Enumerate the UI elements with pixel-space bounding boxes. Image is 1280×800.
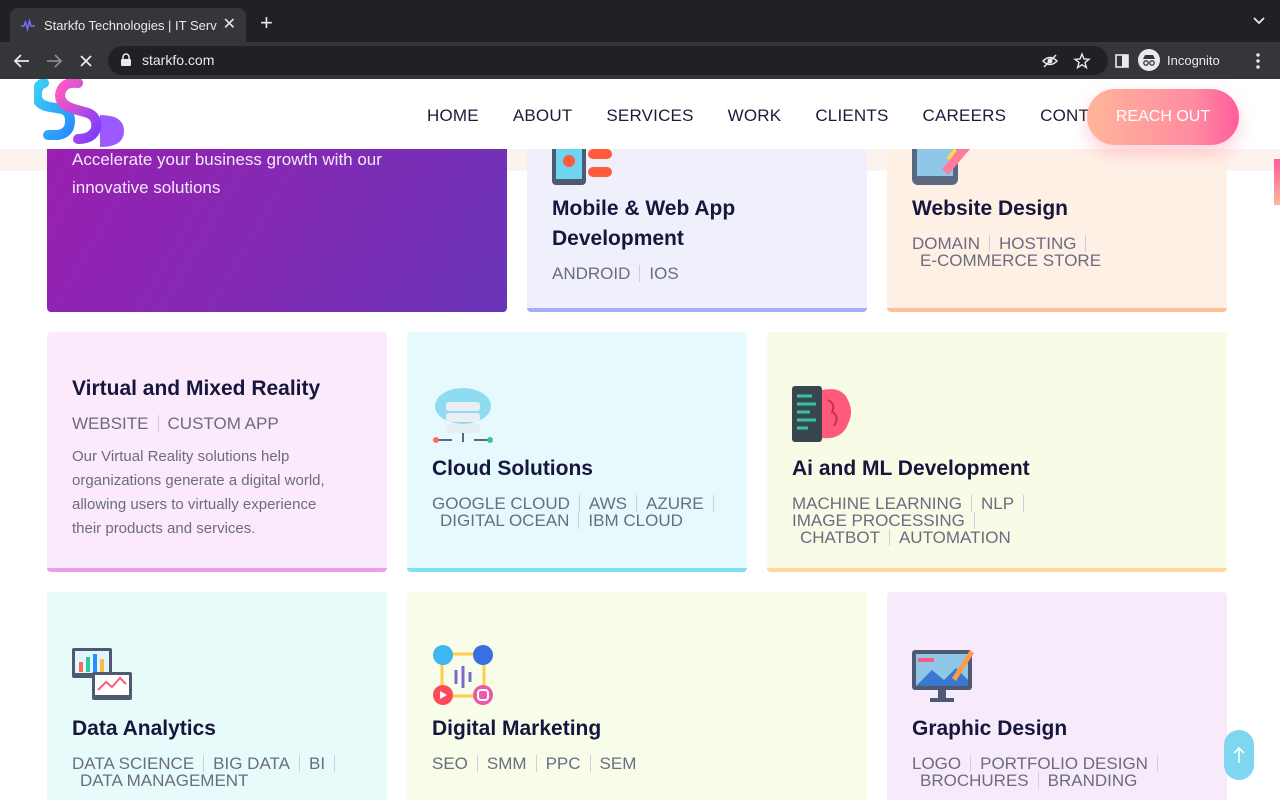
incognito-indicator[interactable]: Incognito xyxy=(1138,47,1220,73)
address-bar[interactable]: starkfo.com xyxy=(108,46,1108,75)
side-accent-bar xyxy=(1274,159,1280,205)
nav-about[interactable]: ABOUT xyxy=(513,106,573,126)
favicon-icon xyxy=(20,17,36,33)
tag: SEM xyxy=(599,754,637,773)
tag: AUTOMATION xyxy=(898,528,1011,547)
tag: SEO xyxy=(432,755,478,772)
service-description: Our Virtual Reality solutions help organ… xyxy=(72,445,372,541)
lock-icon xyxy=(120,53,132,72)
tag: WEBSITE xyxy=(72,415,159,432)
tag: CUSTOM APP xyxy=(167,414,279,433)
tag: DIGITAL OCEAN xyxy=(440,512,580,529)
service-tags: ANDROID IOS xyxy=(552,265,697,282)
nav-work[interactable]: WORK xyxy=(728,106,782,126)
url-text: starkfo.com xyxy=(142,52,215,68)
web-page: HOME ABOUT SERVICES WORK CLIENTS CAREERS… xyxy=(0,79,1280,800)
tag: IBM CLOUD xyxy=(588,511,683,530)
tag: BIG DATA xyxy=(213,755,300,772)
starkfo-logo[interactable] xyxy=(31,79,130,151)
service-title: Digital Marketing xyxy=(432,717,602,740)
service-tags: DOMAIN HOSTING E-COMMERCE STORE xyxy=(912,235,1212,269)
tag: NLP xyxy=(981,495,1025,512)
cloud-server-icon xyxy=(433,388,493,443)
arrow-up-icon xyxy=(1233,746,1245,763)
tag: GOOGLE CLOUD xyxy=(432,495,580,512)
tag: AZURE xyxy=(646,495,714,512)
tag: DOMAIN xyxy=(912,235,990,252)
eye-slash-icon[interactable] xyxy=(1041,52,1059,70)
tag: BI xyxy=(309,755,336,772)
tab-title: Starkfo Technologies | IT Servi xyxy=(44,17,217,33)
service-title: Ai and ML Development xyxy=(792,457,1030,480)
service-tags: LOGO PORTFOLIO DESIGN BROCHURES BRANDING xyxy=(912,755,1212,789)
social-media-icon xyxy=(433,645,493,705)
service-tags: SEO SMM PPC SEM xyxy=(432,755,654,772)
hero-text-line1: Accelerate your business growth with our xyxy=(72,150,382,169)
service-card-cloud[interactable]: Cloud Solutions GOOGLE CLOUD AWS AZURE DIGI… xyxy=(407,332,747,572)
service-title-line2: Development xyxy=(552,227,684,250)
service-title-line1: Mobile & Web App xyxy=(552,197,736,220)
tag: BROCHURES xyxy=(920,772,1039,789)
scroll-to-top-button[interactable] xyxy=(1224,730,1254,780)
nav-services[interactable]: SERVICES xyxy=(606,106,693,126)
tag: IMAGE PROCESSING xyxy=(792,512,975,529)
chevron-down-icon[interactable] xyxy=(1252,14,1266,28)
side-panel-icon[interactable] xyxy=(1111,50,1133,72)
reach-out-button[interactable]: REACH OUT xyxy=(1087,89,1239,145)
tag: CHATBOT xyxy=(800,529,890,546)
service-card-ai-ml[interactable]: Ai and ML Development MACHINE LEARNING NL… xyxy=(767,332,1227,572)
service-card-vr[interactable]: Virtual and Mixed Reality WEBSITE CUSTOM … xyxy=(47,332,387,572)
stop-loading-icon[interactable] xyxy=(75,50,97,72)
new-tab-icon[interactable]: + xyxy=(260,12,273,34)
tag: LOGO xyxy=(912,755,972,772)
tag: DATA SCIENCE xyxy=(72,755,205,772)
incognito-icon xyxy=(1138,49,1160,71)
browser-tabbar: Starkfo Technologies | IT Servi ✕ + xyxy=(0,0,1280,42)
service-tags: WEBSITE CUSTOM APP xyxy=(72,415,297,432)
service-title: Website Design xyxy=(912,197,1068,220)
service-title: Graphic Design xyxy=(912,717,1068,740)
back-icon[interactable] xyxy=(11,50,33,72)
service-title: Virtual and Mixed Reality xyxy=(72,377,321,400)
close-tab-icon[interactable]: ✕ xyxy=(223,17,236,33)
hero-text-line2: innovative solutions xyxy=(72,178,221,197)
tag: PORTFOLIO DESIGN xyxy=(980,755,1158,772)
service-title: Data Analytics xyxy=(72,717,216,740)
description-line: organizations generate a digital world, xyxy=(72,472,325,489)
incognito-label: Incognito xyxy=(1167,52,1220,68)
description-line: their products and services. xyxy=(72,520,256,537)
service-tags: MACHINE LEARNING NLP IMAGE PROCESSING CHATB… xyxy=(792,495,1222,546)
tag: AWS xyxy=(589,495,638,512)
description-line: allowing users to virtually experience xyxy=(72,496,317,513)
nav-careers[interactable]: CAREERS xyxy=(923,106,1007,126)
tag: PPC xyxy=(546,755,591,772)
forward-icon[interactable] xyxy=(43,50,65,72)
bookmark-star-icon[interactable] xyxy=(1073,52,1091,70)
tag: E-COMMERCE STORE xyxy=(920,251,1102,270)
tag: MACHINE LEARNING xyxy=(792,495,973,512)
tag: ANDROID xyxy=(552,265,641,282)
ai-brain-icon xyxy=(792,386,851,442)
service-card-graphic-design[interactable]: Graphic Design LOGO PORTFOLIO DESIGN BROCH… xyxy=(887,592,1227,800)
description-line: Our Virtual Reality solutions help xyxy=(72,448,290,465)
browser-tab[interactable]: Starkfo Technologies | IT Servi ✕ xyxy=(10,8,246,42)
tag: HOSTING xyxy=(999,235,1087,252)
data-analytics-icon xyxy=(72,648,132,700)
tag: IOS xyxy=(649,264,679,283)
more-menu-icon[interactable] xyxy=(1247,50,1269,72)
browser-toolbar: starkfo.com Incognito xyxy=(0,42,1280,79)
nav-home[interactable]: HOME xyxy=(427,106,479,126)
tag: DATA MANAGEMENT xyxy=(80,771,249,790)
service-tags: GOOGLE CLOUD AWS AZURE DIGITAL OCEAN IBM CLO… xyxy=(432,495,732,529)
tag: SMM xyxy=(487,755,537,772)
main-nav: HOME ABOUT SERVICES WORK CLIENTS CAREERS… xyxy=(427,106,1156,126)
nav-clients[interactable]: CLIENTS xyxy=(815,106,888,126)
site-header: HOME ABOUT SERVICES WORK CLIENTS CAREERS… xyxy=(0,79,1280,149)
graphic-design-icon xyxy=(912,650,974,702)
tag: BRANDING xyxy=(1047,771,1138,790)
service-card-data-analytics[interactable]: Data Analytics DATA SCIENCE BIG DATA BI DAT… xyxy=(47,592,387,800)
service-title: Cloud Solutions xyxy=(432,457,593,480)
service-tags: DATA SCIENCE BIG DATA BI DATA MANAGEMENT xyxy=(72,755,372,789)
service-card-digital-marketing[interactable]: Digital Marketing SEO SMM PPC SEM xyxy=(407,592,867,800)
